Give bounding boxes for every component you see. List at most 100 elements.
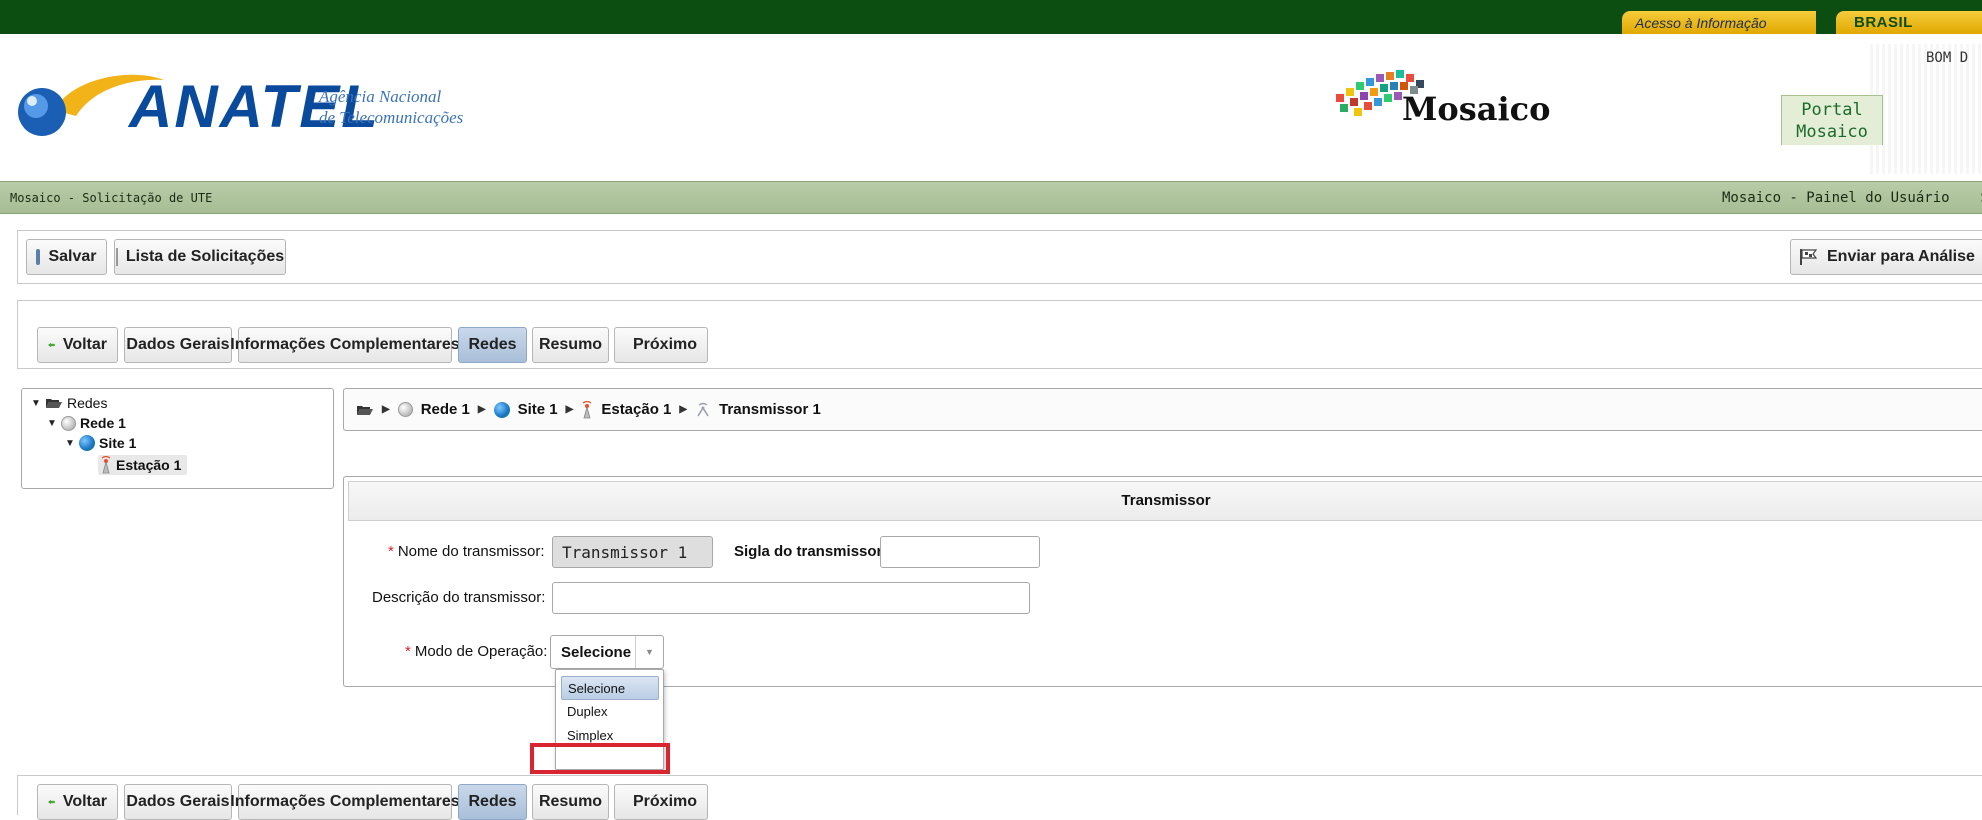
sigla-transmissor-label: Sigla do transmissor: — [734, 543, 888, 560]
next-label: Próximo — [633, 336, 698, 353]
caret-right-icon: ▶ — [477, 404, 486, 415]
tab-informacoes-complementares-bottom[interactable]: Informações Complementares — [230, 784, 460, 820]
crumb-rede[interactable]: Rede 1 — [421, 401, 470, 418]
modo-operacao-label: * Modo de Operação: — [405, 643, 547, 660]
tree-estacao-label: Estação 1 — [116, 457, 182, 473]
next-button-bottom[interactable]: Próximo — [614, 784, 708, 820]
tree-node-estacao[interactable]: Estação 1 — [98, 455, 188, 475]
greeting-text: BOM D — [1926, 50, 1969, 66]
crumb-site[interactable]: Site 1 — [518, 401, 558, 418]
simplex-highlight-box — [530, 743, 670, 774]
sigla-transmissor-input[interactable] — [880, 536, 1040, 568]
list-requests-button[interactable]: Lista de Solicitações — [114, 239, 286, 275]
tab-resumo[interactable]: Resumo — [532, 327, 609, 363]
next-button[interactable]: Próximo — [614, 327, 708, 363]
flag-icon — [1800, 249, 1818, 265]
nome-transmissor-input[interactable]: Transmissor 1 — [552, 536, 713, 568]
tree-node-rede[interactable]: ▼ Rede 1 — [47, 415, 126, 431]
modo-operacao-select[interactable]: Selecione ▼ — [550, 635, 664, 669]
modo-label-text: Modo de Operação: — [414, 643, 548, 660]
site-globe-icon — [493, 401, 510, 418]
back-label: Voltar — [62, 793, 107, 810]
tree-redes-label: Redes — [67, 395, 108, 411]
tab-redes-label: Redes — [468, 336, 517, 353]
tree-site-label: Site 1 — [99, 435, 137, 451]
tab-dados-gerais-label: Dados Gerais — [126, 793, 230, 810]
transmissor-legend: Transmissor — [348, 481, 1982, 521]
tab-resumo-label: Resumo — [538, 793, 603, 810]
crumb-transmissor[interactable]: Transmissor 1 — [719, 401, 821, 418]
acesso-informacao-link[interactable]: Acesso à Informação — [1622, 11, 1816, 34]
send-label: Enviar para Análise — [1827, 248, 1975, 265]
descricao-transmissor-input[interactable] — [552, 582, 1030, 614]
tab-redes-bottom[interactable]: Redes — [458, 784, 527, 820]
portal-tab-line1: Portal — [1801, 100, 1863, 120]
antenna-icon — [101, 456, 111, 474]
next-label: Próximo — [633, 793, 698, 810]
expand-icon[interactable]: ▼ — [47, 418, 57, 429]
expand-icon[interactable]: ▼ — [65, 438, 75, 449]
network-tree: ▼ Redes ▼ Rede 1 ▼ Site 1 Estação 1 — [21, 388, 334, 489]
path-breadcrumb: ▶ Rede 1 ▶ Site 1 ▶ Estação 1 ▶ Transmis… — [343, 388, 1982, 431]
painel-usuario-link[interactable]: Mosaico - Painel do Usuário — [1722, 190, 1950, 206]
tab-dados-gerais-label: Dados Gerais — [126, 336, 230, 353]
option-selecione[interactable]: Selecione — [561, 676, 659, 700]
nav-links: Mosaico - Painel do Usuário Sa — [1722, 190, 1982, 206]
folder-open-icon — [46, 399, 62, 408]
tab-resumo-bottom[interactable]: Resumo — [532, 784, 609, 820]
antenna-icon — [582, 400, 592, 418]
descricao-transmissor-label: Descrição do transmissor: — [372, 589, 546, 606]
nome-transmissor-label: * Nome do transmissor: — [388, 543, 545, 560]
option-duplex[interactable]: Duplex — [561, 700, 659, 724]
page-breadcrumb: Mosaico - Solicitação de UTE — [10, 191, 213, 205]
caret-right-icon: ▶ — [679, 404, 688, 415]
anatel-subtitle-line1: Agência Nacional — [319, 87, 442, 106]
tree-node-site[interactable]: ▼ Site 1 — [65, 435, 136, 451]
portal-mosaico-tab[interactable]: Portal Mosaico — [1781, 95, 1883, 145]
mosaico-logo[interactable]: Mosaico — [1326, 64, 1576, 139]
save-button[interactable]: Salvar — [26, 239, 107, 275]
crumb-estacao[interactable]: Estação 1 — [601, 401, 671, 418]
chevron-down-icon[interactable]: ▼ — [635, 636, 663, 668]
tree-rede-label: Rede 1 — [80, 415, 126, 431]
anatel-subtitle: Agência Nacional de Telecomunicações — [319, 86, 519, 128]
folder-open-icon — [357, 405, 373, 415]
tab-resumo-label: Resumo — [538, 336, 603, 353]
expand-icon[interactable]: ▼ — [31, 398, 41, 409]
transmitter-icon — [697, 402, 709, 416]
anatel-subtitle-line2: de Telecomunicações — [319, 108, 464, 127]
modo-selected-value: Selecione — [561, 643, 632, 661]
tab-dados-gerais[interactable]: Dados Gerais — [124, 327, 232, 363]
site-globe-icon — [79, 435, 95, 451]
arrow-left-icon — [48, 799, 55, 805]
caret-right-icon: ▶ — [565, 404, 574, 415]
back-button-bottom[interactable]: Voltar — [37, 784, 118, 820]
required-marker: * — [405, 643, 411, 660]
tab-redes[interactable]: Redes — [458, 327, 527, 363]
back-label: Voltar — [62, 336, 107, 353]
required-marker: * — [388, 543, 394, 560]
rede-globe-icon — [397, 402, 413, 417]
rede-globe-icon — [61, 415, 76, 431]
toolbar-panel — [17, 230, 1982, 284]
tab-informacoes-complementares[interactable]: Informações Complementares — [230, 327, 460, 363]
arrow-left-icon — [48, 342, 55, 348]
brasil-link[interactable]: BRASIL — [1836, 11, 1982, 34]
tab-informacoes-complementares-label: Informações Complementares — [230, 793, 460, 810]
list-label: Lista de Solicitações — [125, 248, 285, 265]
save-icon — [36, 249, 41, 265]
portal-tab-line2: Mosaico — [1796, 122, 1868, 142]
back-button[interactable]: Voltar — [37, 327, 118, 363]
nav-strip: Mosaico - Solicitação de UTE Mosaico - P… — [0, 181, 1982, 214]
tree-node-redes[interactable]: ▼ Redes — [31, 395, 107, 411]
nome-label-text: Nome do transmissor: — [397, 543, 545, 560]
caret-right-icon: ▶ — [382, 404, 390, 415]
save-label: Salvar — [48, 248, 97, 265]
tab-informacoes-complementares-label: Informações Complementares — [230, 336, 460, 353]
send-for-analysis-button[interactable]: Enviar para Análise — [1790, 239, 1982, 275]
tab-dados-gerais-bottom[interactable]: Dados Gerais — [124, 784, 232, 820]
mosaico-wordmark: Mosaico — [1402, 90, 1551, 128]
gov-bar: Acesso à Informação BRASIL — [0, 0, 1982, 34]
anatel-logo[interactable]: ANATEL Agência Nacional de Telecomunicaç… — [14, 66, 484, 140]
list-icon — [115, 248, 118, 266]
